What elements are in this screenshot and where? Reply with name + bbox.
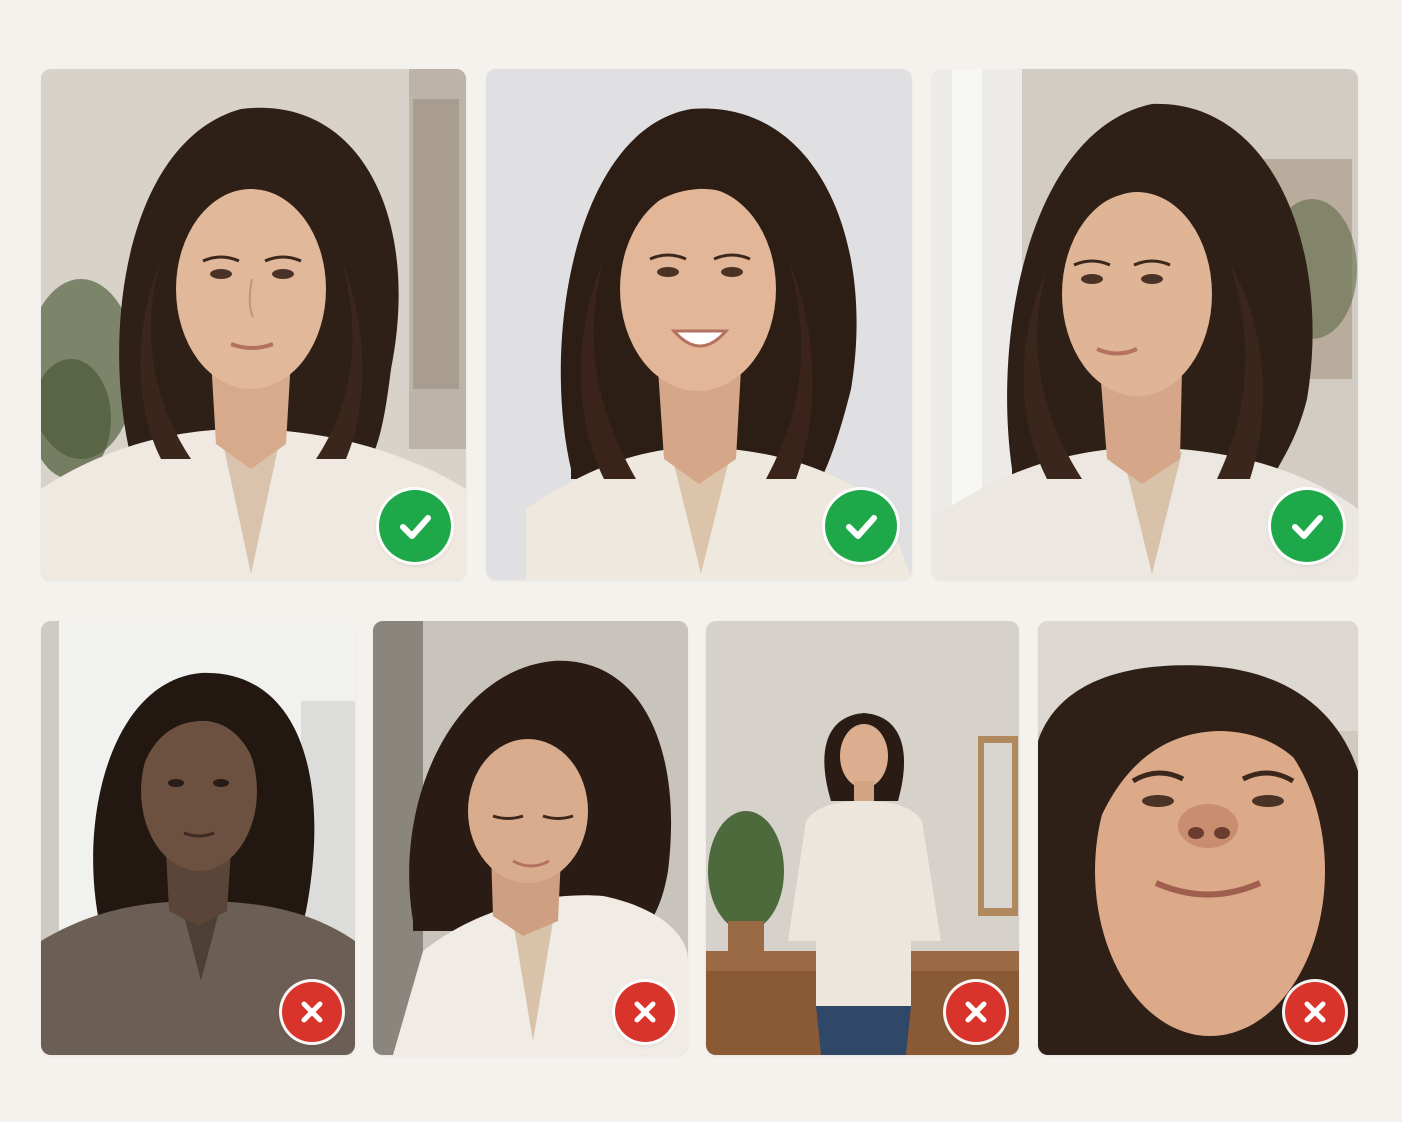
rejected-badge [946,982,1006,1042]
check-icon [846,515,877,539]
x-icon [965,1001,987,1023]
x-icon [1304,1001,1326,1023]
photo-card-full-body[interactable] [706,621,1019,1055]
accepted-badge [1271,490,1343,562]
check-icon [1292,515,1323,539]
photo-card-front-smiling[interactable] [486,69,912,580]
accepted-badge [379,490,451,562]
rejected-badge [615,982,675,1042]
check-icon [400,515,431,539]
x-icon [634,1001,656,1023]
photo-card-backlit[interactable] [41,621,355,1055]
x-icon [301,1001,323,1023]
photo-card-three-quarter[interactable] [932,69,1358,580]
photo-card-looking-down[interactable] [373,621,688,1055]
rejected-badge [282,982,342,1042]
photo-card-low-angle[interactable] [1038,621,1358,1055]
accepted-badge [825,490,897,562]
photo-card-front-neutral[interactable] [41,69,466,580]
rejected-badge [1285,982,1345,1042]
